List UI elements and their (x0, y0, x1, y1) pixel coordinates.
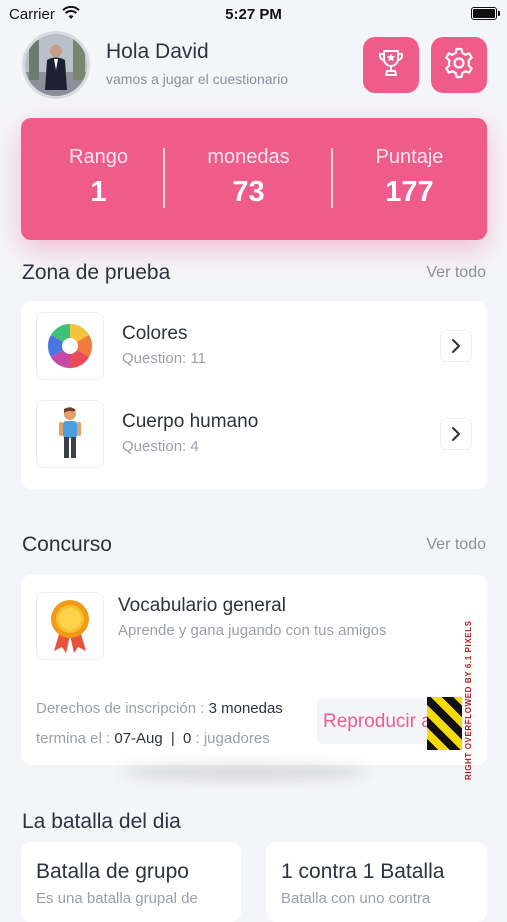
battle-card-title: Batalla de grupo (36, 860, 189, 883)
score-label: Puntaje (375, 146, 444, 168)
clock: 5:27 PM (225, 6, 282, 23)
battle-card-subtitle: Batalla con uno contra (281, 890, 431, 907)
test-zone-title: Zona de prueba (22, 261, 171, 284)
entry-fee: Derechos de inscripción : 3 monedas (36, 700, 283, 717)
entry-fee-label: Derechos de inscripción : (36, 700, 205, 717)
rank-value: 1 (90, 176, 107, 208)
players-label: : jugadores (195, 730, 270, 747)
one-vs-one-battle-card[interactable]: 1 contra 1 Batalla Batalla con uno contr… (266, 842, 487, 922)
card-shadow (120, 763, 370, 781)
avatar[interactable] (22, 31, 90, 99)
overflow-warning-label: RIGHT OVERFLOWED BY 6.1 PIXELS (464, 620, 473, 780)
contest-title: Concurso (22, 533, 112, 556)
battle-card-subtitle: Es una batalla grupal de (36, 890, 198, 907)
gear-icon (442, 46, 476, 85)
chevron-right-icon[interactable] (440, 330, 472, 362)
battle-title: La batalla del dia (22, 810, 181, 833)
stats-card: Rango 1 monedas 73 Puntaje 177 (21, 118, 487, 240)
score-stat: Puntaje 177 (332, 118, 487, 240)
settings-button[interactable] (431, 37, 487, 93)
contest-item-title: Vocabulario general (118, 595, 286, 616)
human-figure-icon (36, 400, 104, 468)
battle-card-title: 1 contra 1 Batalla (281, 860, 445, 883)
score-value: 177 (385, 176, 434, 208)
test-zone-see-all-link[interactable]: Ver todo (426, 264, 486, 282)
trophy-icon (375, 47, 407, 84)
contest-item-subtitle: Aprende y gana jugando con tus amigos (118, 622, 387, 639)
coins-stat: monedas 73 (171, 118, 326, 240)
item-subtitle: Question: 4 (122, 438, 199, 455)
item-title: Cuerpo humano (122, 411, 259, 432)
separator: | (170, 730, 175, 747)
color-wheel-icon (36, 312, 104, 380)
group-battle-card[interactable]: Batalla de grupo Es una batalla grupal d… (21, 842, 241, 922)
entry-fee-value: 3 monedas (208, 700, 283, 717)
coins-value: 73 (232, 176, 265, 208)
contest-ends: termina el : 07-Aug | 0 : jugadores (36, 730, 270, 747)
greeting-title: Hola David (106, 40, 209, 63)
contest-see-all-link[interactable]: Ver todo (426, 536, 486, 554)
chevron-right-icon[interactable] (440, 418, 472, 450)
coins-label: monedas (207, 146, 290, 168)
medal-icon (36, 592, 104, 660)
test-zone-card: Colores Question: 11 Cuerpo humano Quest… (21, 301, 487, 489)
players-count: 0 (183, 730, 192, 747)
stats-divider (163, 148, 165, 208)
leaderboard-button[interactable] (363, 37, 419, 93)
rank-label: Rango (69, 146, 128, 168)
item-subtitle: Question: 11 (122, 350, 206, 367)
ends-value: 07-Aug (114, 730, 163, 747)
greeting-subtitle: vamos a jugar el cuestionario (106, 71, 289, 87)
ends-label: termina el : (36, 730, 111, 747)
rank-stat: Rango 1 (21, 118, 176, 240)
battery-icon (471, 7, 500, 20)
item-title: Colores (122, 323, 188, 344)
status-bar: Carrier 5:27 PM (0, 0, 507, 30)
